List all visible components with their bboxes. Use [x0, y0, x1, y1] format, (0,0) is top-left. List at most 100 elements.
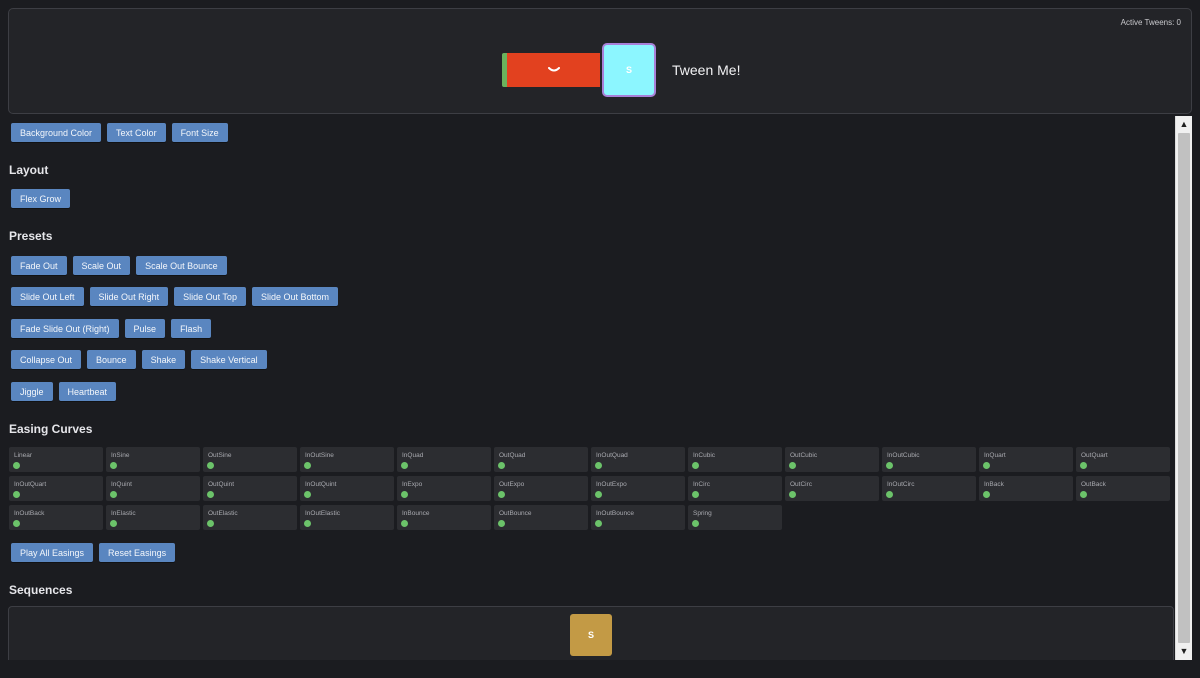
- easing-cell-incirc[interactable]: InCirc: [688, 476, 782, 501]
- bounce-button[interactable]: Bounce: [87, 350, 136, 369]
- easing-label: InQuart: [984, 452, 1006, 459]
- easing-cell-inquint[interactable]: InQuint: [106, 476, 200, 501]
- easing-cell-outquart[interactable]: OutQuart: [1076, 447, 1170, 472]
- easing-label: InOutQuart: [14, 481, 47, 488]
- slide-out-top-button[interactable]: Slide Out Top: [174, 287, 246, 306]
- easing-cell-inquad[interactable]: InQuad: [397, 447, 491, 472]
- easing-dot: [304, 491, 311, 498]
- easing-label: InCirc: [693, 481, 710, 488]
- scale-out-button[interactable]: Scale Out: [72, 256, 131, 275]
- collapse-out-button[interactable]: Collapse Out: [11, 350, 82, 369]
- easing-cell-incubic[interactable]: InCubic: [688, 447, 782, 472]
- easing-cell-linear[interactable]: Linear: [9, 447, 103, 472]
- play-all-easings-button[interactable]: Play All Easings: [11, 543, 94, 562]
- slide-out-left-button[interactable]: Slide Out Left: [11, 287, 84, 306]
- preset-row-5: Jiggle Heartbeat: [11, 382, 117, 401]
- easing-cell-inoutsine[interactable]: InOutSine: [300, 447, 394, 472]
- easing-cell-inoutexpo[interactable]: InOutExpo: [591, 476, 685, 501]
- easing-label: InOutElastic: [305, 510, 341, 517]
- slide-out-right-button[interactable]: Slide Out Right: [89, 287, 169, 306]
- easing-label: OutElastic: [208, 510, 238, 517]
- flash-button[interactable]: Flash: [171, 319, 212, 338]
- vertical-scrollbar[interactable]: ▲ ▼: [1175, 116, 1192, 660]
- tween-box: S: [602, 43, 656, 97]
- easing-dot: [1080, 491, 1087, 498]
- easing-cell-inbounce[interactable]: InBounce: [397, 505, 491, 530]
- reset-easings-button[interactable]: Reset Easings: [99, 543, 176, 562]
- easing-dot: [595, 520, 602, 527]
- easing-cell-outcubic[interactable]: OutCubic: [785, 447, 879, 472]
- easing-cell-outquint[interactable]: OutQuint: [203, 476, 297, 501]
- scale-out-bounce-button[interactable]: Scale Out Bounce: [136, 256, 227, 275]
- preset-row-3: Fade Slide Out (Right) Pulse Flash: [11, 319, 212, 338]
- easing-cell-insine[interactable]: InSine: [106, 447, 200, 472]
- easing-cell-outbounce[interactable]: OutBounce: [494, 505, 588, 530]
- easing-cell-outelastic[interactable]: OutElastic: [203, 505, 297, 530]
- chevron-down-icon: [547, 67, 560, 72]
- easing-dot: [110, 491, 117, 498]
- easing-label: InQuint: [111, 481, 132, 488]
- easing-cell-inoutcirc[interactable]: InOutCirc: [882, 476, 976, 501]
- easing-dot: [789, 491, 796, 498]
- easing-cell-inelastic[interactable]: InElastic: [106, 505, 200, 530]
- easing-dot: [692, 491, 699, 498]
- preset-row-4: Collapse Out Bounce Shake Shake Vertical: [11, 350, 267, 369]
- easing-dot: [692, 462, 699, 469]
- easing-dot: [692, 520, 699, 527]
- scrollbar-thumb[interactable]: [1178, 133, 1190, 643]
- easing-label: Spring: [693, 510, 712, 517]
- fade-out-button[interactable]: Fade Out: [11, 256, 67, 275]
- easing-label: OutQuint: [208, 481, 235, 488]
- font-size-button[interactable]: Font Size: [171, 123, 228, 142]
- preset-row-1: Fade Out Scale Out Scale Out Bounce: [11, 256, 227, 275]
- easing-label: InCubic: [693, 452, 716, 459]
- easing-section-title: Easing Curves: [9, 422, 93, 436]
- easing-cell-outquad[interactable]: OutQuad: [494, 447, 588, 472]
- easing-cell-outsine[interactable]: OutSine: [203, 447, 297, 472]
- easing-action-buttons: Play All Easings Reset Easings: [11, 543, 176, 562]
- easing-dot: [207, 520, 214, 527]
- shake-vertical-button[interactable]: Shake Vertical: [191, 350, 267, 369]
- easing-label: InOutBounce: [596, 510, 634, 517]
- easing-cell-inoutbounce[interactable]: InOutBounce: [591, 505, 685, 530]
- fade-slide-out-right-button[interactable]: Fade Slide Out (Right): [11, 319, 119, 338]
- background-color-button[interactable]: Background Color: [11, 123, 102, 142]
- easing-label: InOutQuad: [596, 452, 628, 459]
- heartbeat-button[interactable]: Heartbeat: [58, 382, 117, 401]
- easing-cell-inoutcubic[interactable]: InOutCubic: [882, 447, 976, 472]
- easing-label: OutExpo: [499, 481, 525, 488]
- easing-cell-inoutquint[interactable]: InOutQuint: [300, 476, 394, 501]
- sequences-section-title: Sequences: [9, 583, 73, 597]
- easing-label: InQuad: [402, 452, 424, 459]
- slide-out-bottom-button[interactable]: Slide Out Bottom: [251, 287, 338, 306]
- easing-cell-outcirc[interactable]: OutCirc: [785, 476, 879, 501]
- shake-button[interactable]: Shake: [141, 350, 186, 369]
- easing-dot: [983, 491, 990, 498]
- easing-cell-spring[interactable]: Spring: [688, 505, 782, 530]
- easing-dot: [498, 491, 505, 498]
- easing-dot: [13, 491, 20, 498]
- scroll-up-icon[interactable]: ▲: [1176, 116, 1192, 132]
- pulse-button[interactable]: Pulse: [124, 319, 166, 338]
- easing-dot: [595, 491, 602, 498]
- easing-cell-inoutquart[interactable]: InOutQuart: [9, 476, 103, 501]
- presets-section-title: Presets: [9, 229, 53, 243]
- easing-cell-outback[interactable]: OutBack: [1076, 476, 1170, 501]
- easing-cell-inquart[interactable]: InQuart: [979, 447, 1073, 472]
- easing-label: OutCirc: [790, 481, 813, 488]
- demo-row: S Tween Me!: [502, 43, 740, 97]
- easing-cell-outexpo[interactable]: OutExpo: [494, 476, 588, 501]
- tween-bar: [502, 53, 600, 87]
- text-color-button[interactable]: Text Color: [107, 123, 166, 142]
- easing-cell-inoutelastic[interactable]: InOutElastic: [300, 505, 394, 530]
- flex-grow-button[interactable]: Flex Grow: [11, 189, 71, 208]
- scroll-down-icon[interactable]: ▼: [1176, 643, 1192, 659]
- jiggle-button[interactable]: Jiggle: [11, 382, 53, 401]
- easing-cell-inoutquad[interactable]: InOutQuad: [591, 447, 685, 472]
- easing-cell-inoutback[interactable]: InOutBack: [9, 505, 103, 530]
- easing-label: Linear: [14, 452, 33, 459]
- easing-cell-inback[interactable]: InBack: [979, 476, 1073, 501]
- easing-dot: [789, 462, 796, 469]
- easing-label: InOutExpo: [596, 481, 627, 488]
- easing-cell-inexpo[interactable]: InExpo: [397, 476, 491, 501]
